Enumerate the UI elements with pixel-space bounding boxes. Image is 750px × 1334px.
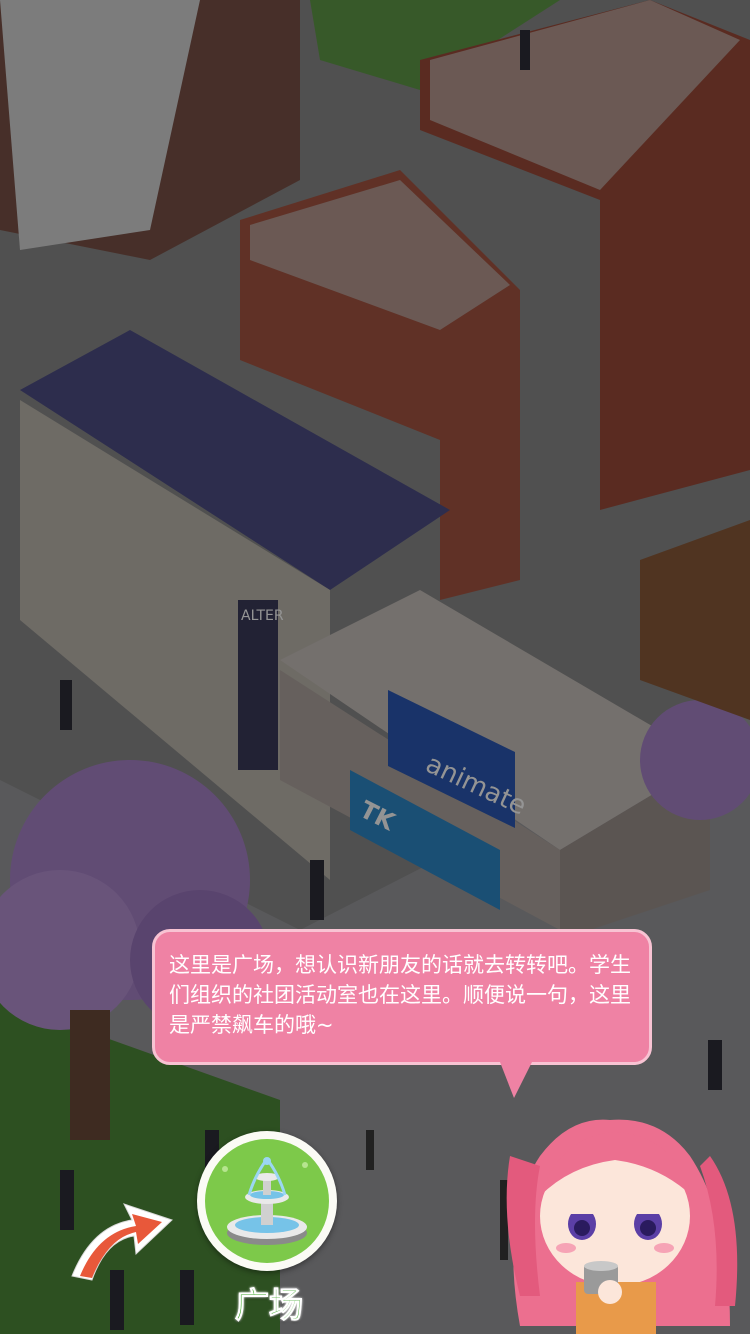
plaza-button[interactable] — [197, 1131, 337, 1271]
plaza-button-background — [205, 1139, 329, 1263]
pink-hair-girl-character — [506, 1119, 738, 1334]
plaza-button-label: 广场 — [235, 1286, 304, 1327]
alter-sign: ALTER — [241, 608, 284, 624]
tutorial-speech-bubble: 这里是广场，想认识新朋友的话就去转转吧。学生们组织的社团活动室也在这里。顺便说一… — [152, 929, 652, 1065]
fountain-icon — [222, 1157, 308, 1245]
tutorial-message: 这里是广场，想认识新朋友的话就去转转吧。学生们组织的社团活动室也在这里。顺便说一… — [169, 953, 631, 1037]
pointer-arrow-icon — [71, 1203, 173, 1281]
speech-bubble-tail — [500, 1062, 532, 1098]
